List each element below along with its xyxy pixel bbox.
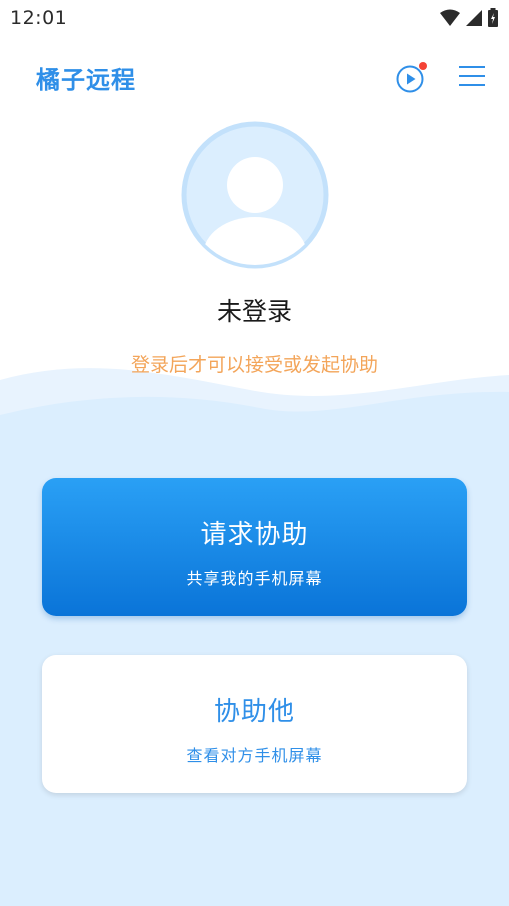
avatar[interactable] [180, 120, 330, 270]
status-bar: 12:01 [0, 0, 509, 36]
play-circle-icon [396, 62, 427, 93]
request-help-subtitle: 共享我的手机屏幕 [186, 569, 323, 588]
cellular-signal-icon [466, 10, 482, 26]
wifi-icon [440, 9, 460, 26]
status-icons [439, 8, 499, 28]
notification-dot [419, 62, 427, 70]
battery-icon [488, 8, 498, 27]
menu-button[interactable] [458, 62, 486, 90]
play-button[interactable] [395, 60, 429, 94]
request-help-title: 请求协助 [200, 520, 309, 550]
menu-icon [459, 66, 485, 86]
request-help-button[interactable]: 请求协助 共享我的手机屏幕 [42, 478, 467, 616]
login-hint: 登录后才可以接受或发起协助 [130, 354, 378, 376]
login-status[interactable]: 未登录 [0, 292, 509, 328]
user-avatar-icon [181, 121, 329, 269]
status-time: 12:01 [10, 7, 68, 29]
app-bar: 橘子远程 [0, 56, 509, 100]
help-others-subtitle: 查看对方手机屏幕 [186, 746, 323, 765]
app-title: 橘子远程 [36, 66, 136, 94]
help-others-title: 协助他 [213, 697, 295, 727]
help-others-button[interactable]: 协助他 查看对方手机屏幕 [42, 655, 467, 793]
